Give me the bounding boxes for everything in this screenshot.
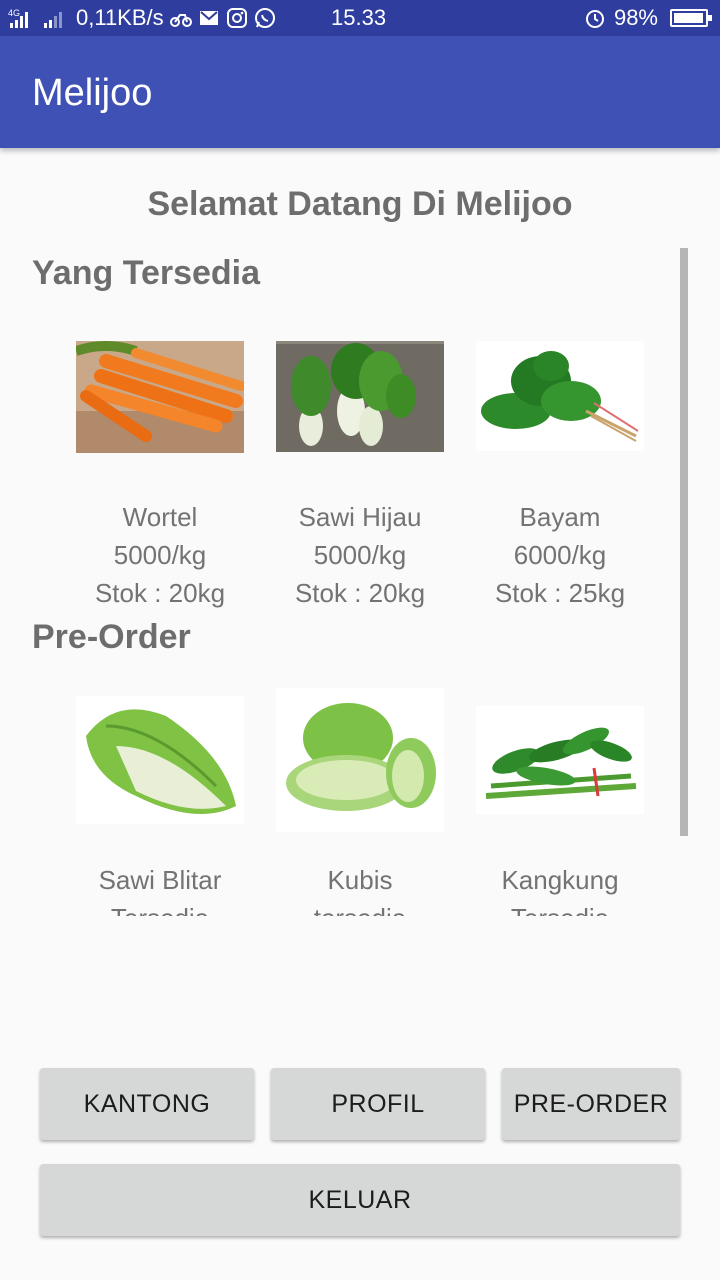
product-status: Tersedia [60,899,260,916]
product-name: Bayam [519,502,601,532]
scrollbar[interactable] [680,248,688,836]
profil-button[interactable]: PROFIL [271,1068,485,1140]
battery-percent: 98% [613,5,658,30]
signal-icon: 4G [8,8,28,28]
product-stock: Stok : 20kg [94,578,226,608]
product-status: tersedia [260,899,460,916]
napa-cabbage-image[interactable] [76,696,244,824]
product-price: 5000/kg [313,540,407,570]
product-stock: Stok : 20kg [294,578,426,608]
preorder-button[interactable]: PRE-ORDER [502,1068,680,1140]
product-scroll-area[interactable]: Yang Tersedia Wortel 5000/kg Stok: 20kg… [0,248,720,916]
bok-choy-image[interactable] [276,341,444,452]
clock: 15.33 [331,5,387,30]
app-bar: Melijoo [0,36,720,148]
signal-weak-icon [44,12,62,28]
status-bar: 4G 0,11KB/s 15.33 98% [0,0,720,36]
preorder-card-kangkung[interactable]: Kangkung Tersedia [460,861,660,916]
motorbike-icon [169,14,192,27]
battery-icon [670,9,712,27]
instagram-icon [226,8,247,28]
preorder-card-sawi-blitar[interactable]: Sawi Blitar Tersedia [60,861,260,916]
whatsapp-icon [254,8,275,28]
product-price: 6000/kg [513,540,607,570]
water-spinach-image[interactable] [476,706,644,814]
spinach-image[interactable] [476,341,644,451]
keluar-button[interactable]: KELUAR [40,1164,680,1236]
alarm-icon [585,10,604,28]
cabbage-image[interactable] [276,688,444,832]
product-card-wortel[interactable]: Wortel 5000/kg Stok : 20kg [60,498,260,612]
carrot-image[interactable] [76,341,244,453]
product-name: Sawi Blitar [98,865,222,895]
available-section-title: Yang Tersedia [32,254,261,292]
gmail-icon [199,11,218,25]
welcome-heading: Selamat Datang Di Melijoo [147,185,573,223]
network-speed: 0,11KB/s [76,5,164,30]
product-card-bayam[interactable]: Bayam 6000/kg Stok : 25kg [460,498,660,612]
product-name: Sawi Hijau [298,502,422,532]
product-card-sawi-hijau[interactable]: Sawi Hijau 5000/kg Stok : 20kg [260,498,460,612]
preorder-card-kubis[interactable]: Kubis tersedia [260,861,460,916]
product-price: 5000/kg [113,540,207,570]
product-status: Tersedia [460,899,660,916]
kantong-button[interactable]: KANTONG [40,1068,254,1140]
preorder-section-title: Pre-Order [32,618,191,656]
product-name: Wortel [122,502,198,532]
product-stock: Stok : 25kg [494,578,626,608]
svg-text:4G: 4G [8,8,20,18]
product-name: Kubis [327,865,393,895]
product-name: Kangkung [501,865,619,895]
app-title: Melijoo [32,72,153,114]
